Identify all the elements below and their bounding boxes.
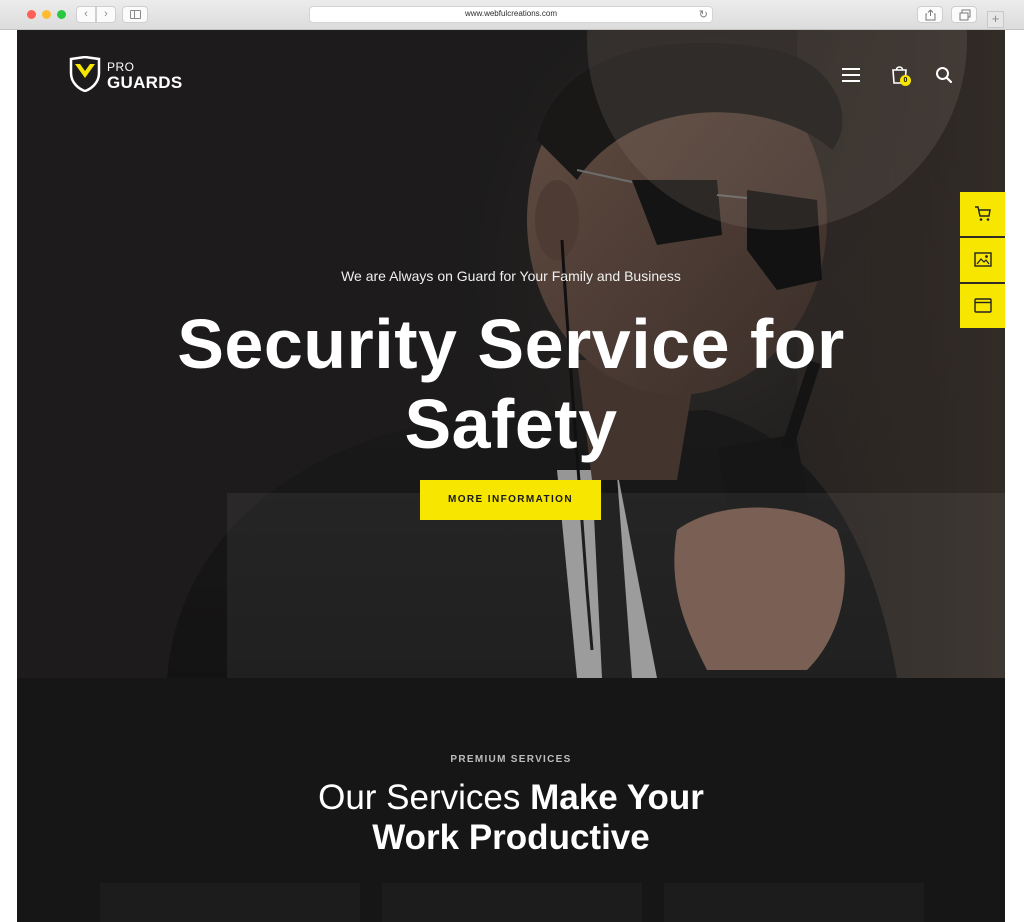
sidebar-icon: [130, 10, 141, 19]
logo-text-bottom: GUARDS: [107, 73, 183, 92]
side-cart-button[interactable]: [960, 192, 1005, 236]
services-title-light: Our Services: [318, 778, 531, 817]
more-information-button[interactable]: MORE INFORMATION: [420, 480, 601, 520]
service-card[interactable]: [100, 883, 360, 922]
webpage: PRO GUARDS 0 We are Always on Guard for …: [17, 30, 1005, 922]
browser-window-icon: [974, 298, 992, 313]
logo[interactable]: PRO GUARDS: [69, 56, 189, 92]
zoom-window-button[interactable]: [57, 10, 66, 19]
url-text: www.webfulcreations.com: [464, 9, 558, 18]
services-title-bold-2: Work Productive: [372, 818, 650, 857]
side-demo-button[interactable]: [960, 238, 1005, 282]
share-button[interactable]: [917, 6, 943, 23]
services-title: Our Services Make Your Work Productive: [17, 778, 1005, 858]
menu-icon[interactable]: [842, 68, 860, 82]
chevron-right-icon: ›: [104, 8, 108, 20]
service-cards: [100, 883, 924, 922]
services-title-bold-1: Make Your: [530, 778, 704, 817]
services-section: PREMIUM SERVICES Our Services Make Your …: [17, 678, 1005, 922]
sidebar-toggle-button[interactable]: [122, 6, 148, 23]
new-tab-button[interactable]: +: [987, 11, 1004, 28]
image-icon: [974, 252, 992, 267]
browser-toolbar: ‹ › www.webfulcreations.com ↻ +: [0, 0, 1024, 30]
minimize-window-button[interactable]: [42, 10, 51, 19]
reload-icon[interactable]: ↻: [699, 8, 708, 21]
side-layout-button[interactable]: [960, 284, 1005, 328]
service-card[interactable]: [664, 883, 924, 922]
cart-count-badge: 0: [900, 75, 911, 86]
share-icon: [925, 9, 936, 21]
search-icon[interactable]: [935, 66, 953, 84]
hero-tagline: We are Always on Guard for Your Family a…: [341, 268, 681, 284]
show-tabs-button[interactable]: [951, 6, 977, 23]
side-toolbar: [960, 192, 1005, 330]
forward-button[interactable]: ›: [96, 6, 116, 23]
chevron-left-icon: ‹: [84, 8, 88, 20]
shield-logo-icon: [69, 56, 101, 92]
hero-section: PRO GUARDS 0 We are Always on Guard for …: [17, 30, 1005, 678]
tabs-icon: [959, 9, 971, 21]
services-eyebrow: PREMIUM SERVICES: [450, 754, 572, 765]
logo-text-top: PRO: [107, 60, 135, 74]
hero-title: Security Service for Safety: [177, 305, 845, 463]
address-bar[interactable]: www.webfulcreations.com ↻: [309, 6, 713, 23]
back-button[interactable]: ‹: [76, 6, 96, 23]
service-card[interactable]: [382, 883, 642, 922]
close-window-button[interactable]: [27, 10, 36, 19]
cart-icon: [975, 206, 991, 221]
